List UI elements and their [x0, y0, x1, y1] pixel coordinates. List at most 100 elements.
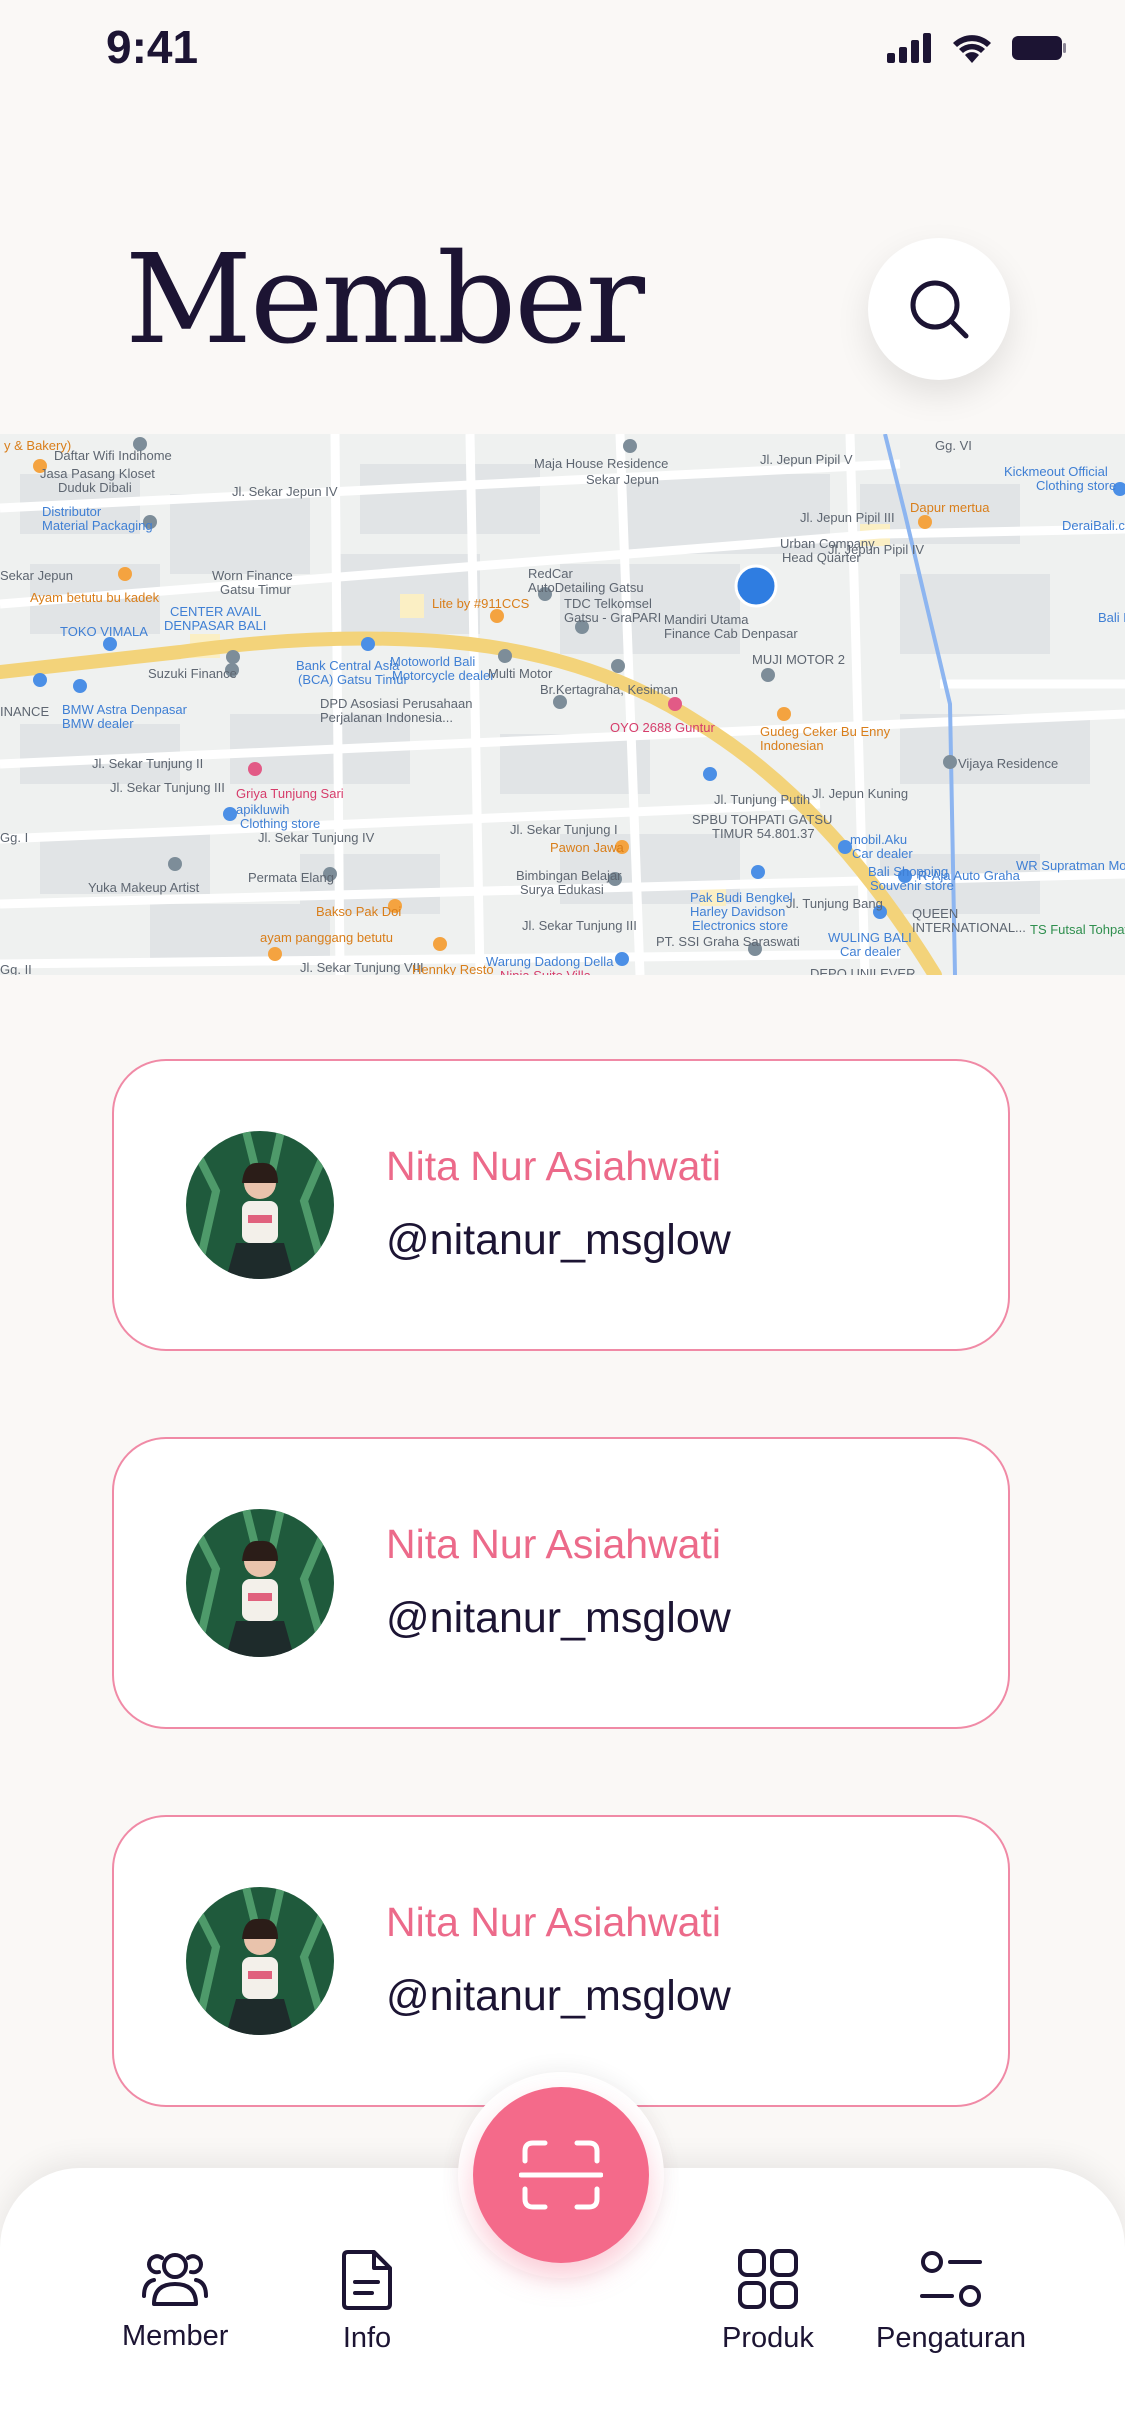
map-label: TIMUR 54.801.37	[712, 826, 815, 841]
map-label: Multi Motor	[488, 666, 553, 681]
nav-label-pengaturan: Pengaturan	[876, 2322, 1026, 2354]
map-label: Worn Finance	[212, 568, 293, 583]
map-label: Maja House Residence	[534, 456, 669, 471]
map-label: TOKO VIMALA	[60, 624, 148, 639]
map-label: CENTER AVAIL	[170, 604, 262, 619]
map-label: Yuka Makeup Artist	[88, 880, 200, 895]
map-label: Lite by #911CCS	[432, 596, 530, 611]
wifi-icon	[953, 35, 991, 63]
map-label: Car dealer	[840, 944, 901, 959]
map-label: Pawon Jawa	[550, 840, 624, 855]
map-label: INANCE	[0, 704, 50, 719]
member-card[interactable]: Nita Nur Asiahwati @nitanur_msglow	[112, 1437, 1010, 1729]
map-label: BMW Astra Denpasar	[62, 702, 187, 717]
map-label: Vijaya Residence	[958, 756, 1059, 771]
map-label: WR Supratman Motor	[1016, 858, 1125, 873]
battery-icon	[1012, 36, 1066, 60]
map-label: Urban Company	[780, 536, 875, 551]
member-name: Nita Nur Asiahwati	[386, 1899, 721, 1945]
scan-icon	[519, 2140, 603, 2210]
map-label: RedCar	[528, 566, 573, 581]
member-card[interactable]: Nita Nur Asiahwati @nitanur_msglow	[112, 1815, 1010, 2107]
map-label: MUJI MOTOR 2	[752, 652, 845, 667]
map-label: Gudeg Ceker Bu Enny	[760, 724, 891, 739]
member-name: Nita Nur Asiahwati	[386, 1143, 721, 1189]
map-label: Pak Budi Bengkel	[690, 890, 793, 905]
map-label: Bank Central Asia	[296, 658, 400, 673]
map-label: Gg. II	[0, 962, 32, 975]
map-label: Distributor	[42, 504, 102, 519]
map-label: Jl. Sekar Jepun IV	[232, 484, 338, 499]
avatar-image	[186, 1131, 334, 1279]
avatar-image	[186, 1887, 334, 2035]
cellular-signal-icon	[887, 33, 931, 63]
map-label: Jl. Sekar Tunjung III	[522, 918, 637, 933]
map-label: Clothing store	[1036, 478, 1117, 493]
map-label: DeraiBali.com	[1062, 518, 1125, 533]
member-avatar	[186, 1131, 334, 1279]
status-icons	[887, 32, 1067, 64]
member-handle: @nitanur_msglow	[386, 1216, 731, 1264]
map-label: Clothing store	[240, 816, 321, 831]
map-label: Car dealer	[852, 846, 913, 861]
map-label: Gg. I	[0, 830, 29, 845]
map-label: Jl. Sekar Tunjung VIII	[300, 960, 424, 975]
map-label: Jl. Tunjung Putih	[714, 792, 811, 807]
map-label: mobil.Aku	[850, 832, 908, 847]
map-label: Gatsu - GraPARI	[564, 610, 662, 625]
member-handle: @nitanur_msglow	[386, 1972, 731, 2020]
nav-item-info[interactable]: Info	[340, 2248, 394, 2355]
search-button[interactable]	[868, 238, 1010, 380]
map-label: Suzuki Finance	[148, 666, 237, 681]
member-avatar	[186, 1887, 334, 2035]
nav-label-produk: Produk	[722, 2322, 814, 2354]
map-label: Indonesian	[760, 738, 824, 753]
map-label: Daftar Wifi Indihome	[54, 448, 172, 463]
map-label: DEPO UNILEVER	[810, 966, 916, 975]
map-label: Jl. Jepun Kuning	[812, 786, 909, 801]
nav-item-produk[interactable]: Produk	[722, 2248, 814, 2355]
search-icon	[910, 280, 969, 339]
map-label: Head Quarter	[782, 550, 861, 565]
map-label: Mandiri Utama	[664, 612, 749, 627]
map-label: Jl. Tunjung Bang	[786, 896, 883, 911]
map-label: Br.Kertagraha, Kesiman	[540, 682, 679, 697]
map-label: Finance Cab Denpasar	[664, 626, 798, 641]
map-label: Electronics store	[692, 918, 789, 933]
nav-item-member[interactable]: Member	[122, 2248, 228, 2353]
status-bar: 9:41	[0, 0, 1125, 100]
map-label: Dapur mertua	[910, 500, 990, 515]
avatar-image	[186, 1509, 334, 1657]
map-label: Harley Davidson	[690, 904, 786, 919]
nav-item-pengaturan[interactable]: Pengaturan	[876, 2248, 1026, 2355]
map-label: Jl. Jepun Pipil V	[760, 452, 853, 467]
map-label: Material Packaging	[42, 518, 153, 533]
map-label: Bali E	[1098, 610, 1125, 625]
map-label: Duduk Dibali	[58, 480, 132, 495]
map-label: Kickmeout Official	[1004, 464, 1108, 479]
map-label: Bakso Pak Doi	[316, 904, 402, 919]
page-title: Member	[125, 228, 645, 372]
map-label: apikluwih	[236, 802, 290, 817]
map-view[interactable]: y & Bakery) Daftar Wifi Indihome Maja Hous…	[0, 434, 1125, 975]
map-label: Warung Dadong Della	[486, 954, 614, 969]
map-label: Jl. Jepun Pipil III	[800, 510, 895, 525]
member-card[interactable]: Nita Nur Asiahwati @nitanur_msglow	[112, 1059, 1010, 1351]
map-label: Jl. Sekar Tunjung IV	[258, 830, 375, 845]
map-label: Permata Elang	[248, 870, 334, 885]
map-label: Hennky Resto	[412, 962, 494, 975]
member-name: Nita Nur Asiahwati	[386, 1521, 721, 1567]
map-label: Ayam betutu bu kadek	[30, 590, 160, 605]
scan-button[interactable]	[473, 2087, 649, 2263]
map-label: Sekar Jepun	[0, 568, 73, 583]
map-label: Surya Edukasi	[520, 882, 604, 897]
map-label: TDC Telkomsel	[564, 596, 652, 611]
member-avatar	[186, 1509, 334, 1657]
document-icon	[342, 2250, 392, 2310]
map-label: OYO 2688 Guntur	[610, 720, 715, 735]
settings-icon	[919, 2251, 982, 2307]
map-label: (BCA) Gatsu Timur	[298, 672, 408, 687]
map-label: Sekar Jepun	[586, 472, 659, 487]
map-label: Gg. VI	[935, 438, 972, 453]
map-label: Jl. Sekar Tunjung III	[110, 780, 225, 795]
